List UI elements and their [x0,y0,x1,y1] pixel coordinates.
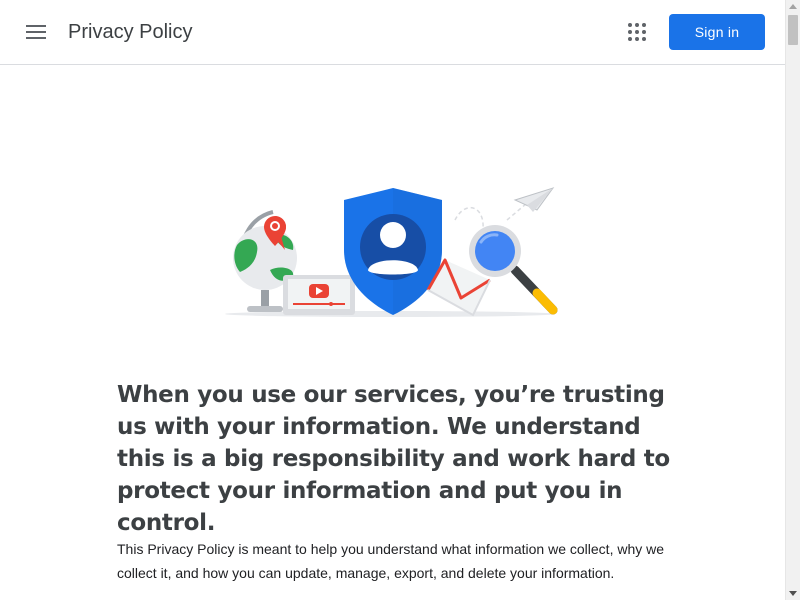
privacy-hero-illustration [215,180,565,320]
hamburger-menu-icon [26,25,46,39]
privacy-intro-paragraph: This Privacy Policy is meant to help you… [117,541,665,581]
scroll-up-arrow-icon[interactable] [789,4,797,9]
privacy-headline: When you use our services, you’re trusti… [117,382,670,536]
top-app-bar: Privacy Policy Sign in [0,0,785,65]
shield-account-icon [344,188,442,315]
scroll-down-arrow-icon[interactable] [789,591,797,596]
google-apps-button[interactable] [617,12,657,52]
apps-grid-icon [628,23,646,41]
sign-in-button[interactable]: Sign in [669,14,765,50]
main-menu-button[interactable] [16,14,56,50]
youtube-player-icon [283,275,355,315]
vertical-scrollbar[interactable] [785,0,800,600]
scroll-thumb[interactable] [788,15,798,45]
page-title: Privacy Policy [68,21,193,43]
